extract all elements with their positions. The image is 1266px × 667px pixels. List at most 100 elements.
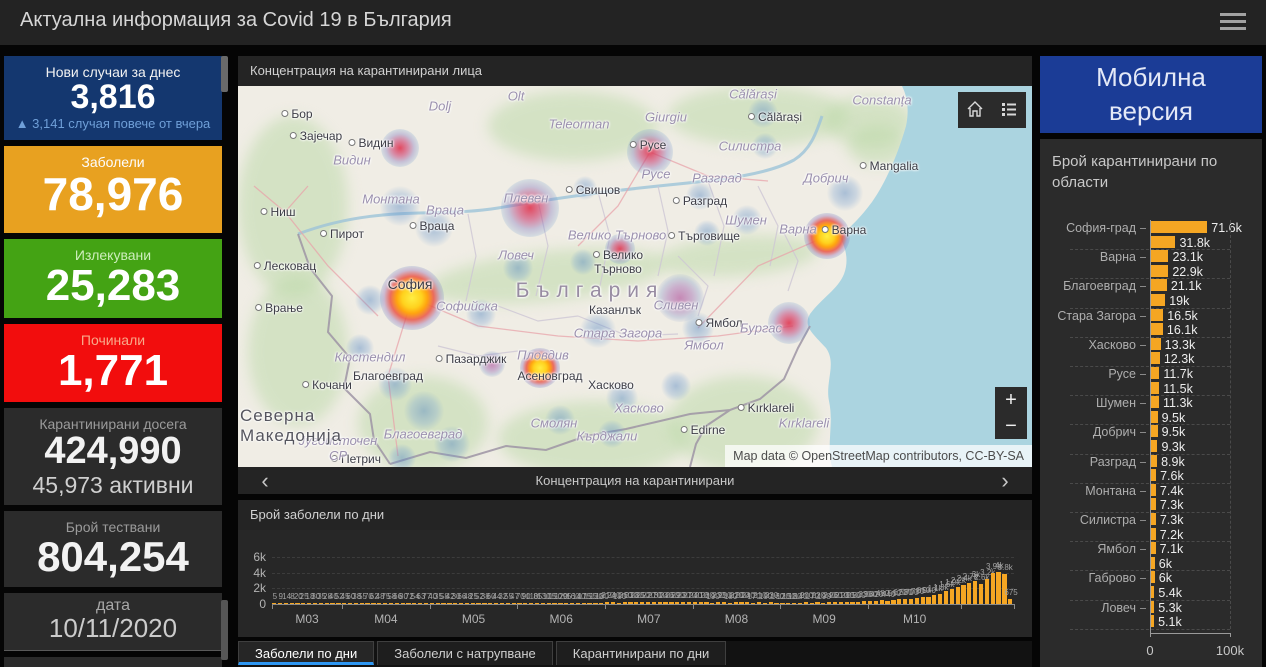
chart-bar	[698, 602, 703, 604]
map-canvas[interactable]: Бор Зајечар Видин Ниш Пирот Лесковац Врање Коча…	[238, 86, 1032, 467]
right-column: Мобилна версия Брой карантинирани по обл…	[1040, 56, 1262, 667]
chart-bar	[827, 602, 832, 604]
chart-bar	[324, 603, 329, 604]
bar-value-label: 9.5k	[1161, 425, 1186, 440]
chart-bar	[289, 603, 294, 604]
bar-value-label: 6k	[1158, 556, 1172, 571]
dashboard-root: Актуална информация за Covid 19 в Българ…	[0, 0, 1266, 667]
x-axis-line	[272, 604, 1014, 605]
region-row: 11.5k	[1040, 381, 1262, 396]
chart-bar	[949, 589, 954, 604]
menu-button[interactable]	[1220, 13, 1246, 32]
chart-bar	[762, 602, 767, 604]
bar-value-label: 675	[1004, 587, 1018, 597]
carousel-next-button[interactable]: ›	[990, 467, 1020, 494]
axis-tick	[780, 604, 782, 609]
bar-value-label: 7.6k	[1160, 469, 1184, 484]
region-label: Благоевград	[1063, 279, 1136, 294]
legend-list-icon	[1002, 102, 1016, 116]
chart-bar	[856, 601, 861, 604]
chart-bar	[312, 603, 318, 604]
region-label: Русе	[1108, 367, 1136, 381]
axis-tick	[1140, 461, 1146, 463]
x-axis-line	[1150, 632, 1230, 634]
chart-bar	[441, 603, 446, 604]
x-axis-label: M06	[549, 612, 573, 626]
chart-bar	[920, 597, 925, 604]
tab-2[interactable]: Карантинирани по дни	[555, 641, 727, 665]
tab-1[interactable]: Заболели с натрупване	[377, 641, 553, 665]
bar-value-label: 7.2k	[1159, 527, 1184, 542]
bar-value-label: 5	[272, 592, 278, 601]
x-axis-label: M10	[903, 612, 927, 626]
axis-tick	[272, 604, 273, 609]
chart-bar	[429, 603, 434, 604]
zoom-in-button[interactable]: +	[995, 387, 1027, 413]
region-row: 6k	[1040, 556, 1262, 571]
region-label: Стара Загора	[1057, 308, 1136, 323]
chart-bar	[599, 602, 604, 604]
chart-bar	[669, 601, 674, 604]
chart-bar	[587, 602, 592, 604]
chart-bar	[850, 602, 855, 604]
stat-title: Карантинирани досега	[39, 416, 187, 432]
chart-bar	[704, 601, 709, 604]
axis-tick	[692, 604, 694, 609]
sidebar-scrollbar-thumb[interactable]	[221, 600, 228, 660]
chart-bar	[447, 603, 452, 604]
chart-bar	[640, 602, 645, 604]
chart-bar	[774, 602, 779, 604]
chart-bar	[505, 603, 510, 604]
chart-bar	[1150, 410, 1158, 423]
chart-bar	[663, 602, 668, 604]
axis-tick	[342, 604, 344, 609]
mobile-version-button[interactable]: Мобилна версия	[1040, 56, 1262, 133]
chart-bar	[353, 603, 359, 604]
region-label: Габрово	[1088, 571, 1136, 586]
chart-bar	[797, 602, 803, 604]
bar-value-label: 8.9k	[1161, 454, 1185, 469]
x-axis-label: M09	[812, 612, 836, 626]
chart-bar	[529, 603, 534, 604]
chart-bar	[400, 603, 405, 604]
chart-bar	[517, 603, 522, 604]
home-button[interactable]	[958, 92, 992, 128]
chart-bar	[943, 591, 949, 604]
axis-tick	[1140, 490, 1146, 492]
x-axis-label: M04	[374, 612, 398, 626]
map-zoom-controls: + −	[995, 387, 1027, 439]
carousel-prev-button[interactable]: ‹	[250, 467, 280, 494]
chart-bar	[973, 580, 978, 604]
chart-bar	[990, 573, 995, 604]
map-base-layer	[253, 86, 1032, 467]
chart-bar	[377, 603, 382, 604]
stat-value: 424,990	[44, 430, 182, 472]
x-axis-label: M07	[637, 612, 661, 626]
bar-value-label: 16.1k	[1166, 323, 1198, 338]
sidebar-scrollbar-thumb[interactable]	[221, 56, 228, 92]
chart-bar	[809, 602, 814, 604]
chart-bar	[961, 585, 966, 604]
y-axis-label: 4k	[253, 565, 266, 580]
axis-tick	[961, 604, 963, 609]
axis-tick	[1150, 632, 1151, 637]
stat-value: 804,254	[37, 533, 189, 580]
region-row: 9.5k	[1040, 410, 1262, 425]
axis-tick	[867, 604, 869, 609]
bar-value-label: 7.3k	[1159, 498, 1184, 513]
legend-button[interactable]	[992, 92, 1026, 128]
chart-bar	[955, 586, 960, 604]
stat-subtitle: ▲ 3,141 случая повече от вчера	[15, 115, 211, 131]
chart-bar	[388, 603, 394, 604]
chart-bar	[996, 572, 1001, 604]
chart-bar	[716, 602, 721, 604]
chart-bar	[1150, 367, 1160, 379]
axis-tick	[1230, 632, 1231, 637]
bar-value-label: 7.4k	[1159, 483, 1184, 498]
bar-value-label: 11.7k	[1163, 367, 1194, 381]
tab-0[interactable]: Заболели по дни	[238, 641, 375, 665]
region-borders	[437, 180, 799, 357]
axis-tick	[1140, 607, 1146, 609]
chart-bar	[838, 602, 843, 604]
zoom-out-button[interactable]: −	[995, 413, 1027, 439]
